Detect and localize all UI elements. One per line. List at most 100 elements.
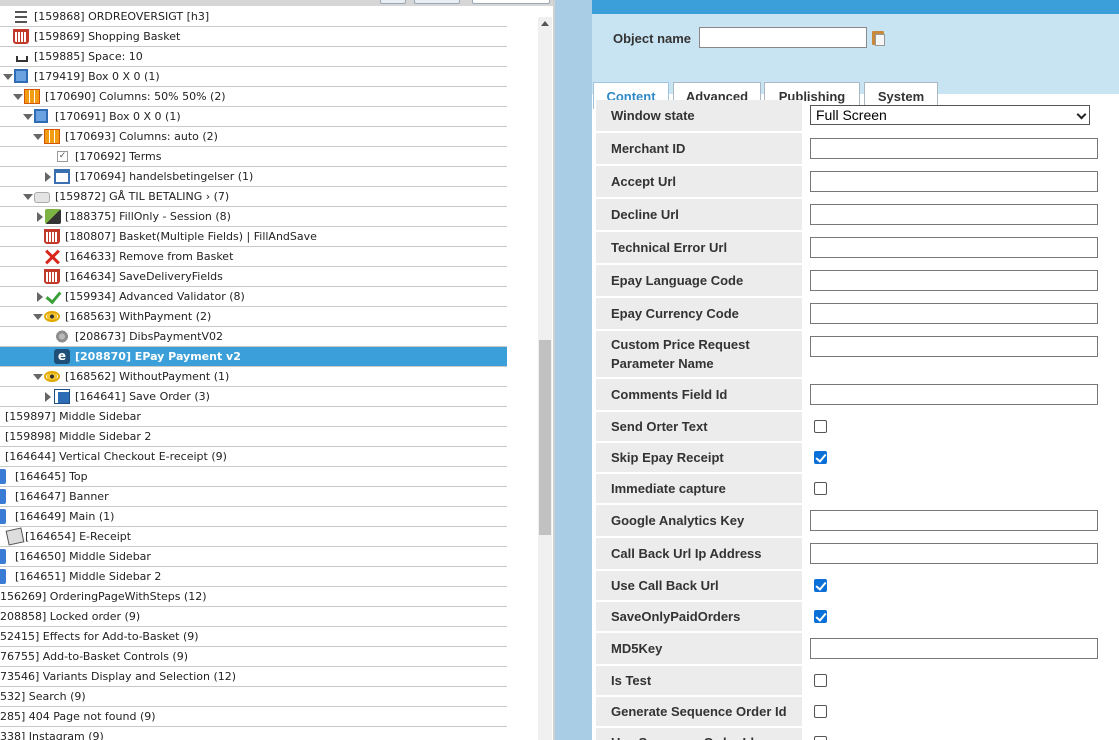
form-row: Skip Epay Receipt <box>596 443 1119 472</box>
tree-row[interactable]: [164650] Middle Sidebar <box>0 547 507 567</box>
tree-row[interactable]: [164654] E-Receipt <box>0 527 507 547</box>
tree-row-label: [164651] Middle Sidebar 2 <box>15 570 162 583</box>
select-value: Full Screen <box>816 107 887 123</box>
google-analytics-key-input[interactable] <box>810 510 1098 531</box>
field-label: Use Call Back Url <box>596 571 802 600</box>
editor-header-bar <box>592 0 1119 14</box>
tree-row[interactable]: [164651] Middle Sidebar 2 <box>0 567 507 587</box>
tree-row[interactable]: [170691] Box 0 X 0 (1) <box>0 107 507 127</box>
tree-row[interactable]: [159897] Middle Sidebar <box>0 407 507 427</box>
collapse-arrow-icon[interactable] <box>33 127 43 146</box>
md5key-input[interactable] <box>810 638 1098 659</box>
scroll-up-arrow-icon[interactable] <box>538 17 552 31</box>
tree-row[interactable]: 156269] OrderingPageWithSteps (12) <box>0 587 507 607</box>
tree-row[interactable]: [164644] Vertical Checkout E-receipt (9) <box>0 447 507 467</box>
basket-icon <box>44 269 60 284</box>
skip-epay-receipt-checkbox[interactable] <box>814 451 827 464</box>
collapse-arrow-icon[interactable] <box>13 87 23 106</box>
collapse-arrow-icon[interactable] <box>3 67 13 86</box>
expand-arrow-icon[interactable] <box>35 207 45 226</box>
merchant-id-input[interactable] <box>810 138 1098 159</box>
tree-row-label: [170694] handelsbetingelser (1) <box>75 170 254 183</box>
clipboard-icon[interactable] <box>872 31 885 46</box>
accept-url-input[interactable] <box>810 171 1098 192</box>
tree-row[interactable]: ✓ [170692] Terms <box>0 147 507 167</box>
saveonlypaidorders-checkbox[interactable] <box>814 610 827 623</box>
expand-arrow-icon[interactable] <box>43 167 53 186</box>
puzzle-icon <box>0 549 6 564</box>
tree-row[interactable]: [159869] Shopping Basket <box>0 27 507 47</box>
tree-row[interactable]: [164647] Banner <box>0 487 507 507</box>
field-label: SaveOnlyPaidOrders <box>596 602 802 631</box>
tree-row[interactable]: [168562] WithoutPayment (1) <box>0 367 507 387</box>
tree-row-selected[interactable]: e [208870] EPay Payment v2 <box>0 347 507 367</box>
tree-row-label: [170692] Terms <box>75 150 162 163</box>
tree-row[interactable]: 285] 404 Page not found (9) <box>0 707 507 727</box>
tree-row[interactable]: [159898] Middle Sidebar 2 <box>0 427 507 447</box>
eye-icon <box>44 311 60 322</box>
window-state-select[interactable]: Full Screen <box>810 105 1090 125</box>
tree-row-label: [170691] Box 0 X 0 (1) <box>55 110 181 123</box>
tree-row[interactable]: [159868] ORDREOVERSIGT [h3] <box>0 7 507 27</box>
tree-row[interactable]: [180807] Basket(Multiple Fields) | FillA… <box>0 227 507 247</box>
tree-row[interactable]: [179419] Box 0 X 0 (1) <box>0 67 507 87</box>
comments-field-id-input[interactable] <box>810 384 1098 405</box>
tree-row[interactable]: [159885] Space: 10 <box>0 47 507 67</box>
cross-icon <box>44 249 60 264</box>
form-row: SaveOnlyPaidOrders <box>596 602 1119 631</box>
add-icon[interactable] <box>380 0 406 4</box>
field-label: Accept Url <box>596 166 802 197</box>
object-name-input[interactable] <box>699 27 867 48</box>
view-toggle-button[interactable] <box>414 0 460 4</box>
tree-row[interactable]: [208673] DibsPaymentV02 <box>0 327 507 347</box>
technical-error-url-input[interactable] <box>810 237 1098 258</box>
tree-row[interactable]: [170694] handelsbetingelser (1) <box>0 167 507 187</box>
tree-search-input[interactable] <box>472 0 550 4</box>
is-test-checkbox[interactable] <box>814 674 827 687</box>
tree-scroll-thumb[interactable] <box>539 340 551 535</box>
tree-row[interactable]: [170693] Columns: auto (2) <box>0 127 507 147</box>
tree-row[interactable]: [170690] Columns: 50% 50% (2) <box>0 87 507 107</box>
form-row: Technical Error Url <box>596 232 1119 263</box>
immediate-capture-checkbox[interactable] <box>814 482 827 495</box>
tree-row[interactable]: [164634] SaveDeliveryFields <box>0 267 507 287</box>
tree-row[interactable]: [164645] Top <box>0 467 507 487</box>
form-row: Epay Currency Code <box>596 298 1119 329</box>
use-call-back-url-checkbox[interactable] <box>814 579 827 592</box>
epay-language-code-input[interactable] <box>810 270 1098 291</box>
tree-row[interactable]: 532] Search (9) <box>0 687 507 707</box>
collapse-arrow-icon[interactable] <box>23 187 33 206</box>
tree-row[interactable]: [168563] WithPayment (2) <box>0 307 507 327</box>
expand-arrow-icon[interactable] <box>43 387 53 406</box>
tree-row[interactable]: 338] Instagram (9) <box>0 727 507 740</box>
tree-row-label: [159934] Advanced Validator (8) <box>65 290 245 303</box>
custom-price-request-parameter-name-input[interactable] <box>810 336 1098 357</box>
puzzle-icon <box>0 469 6 484</box>
tree-row[interactable]: [159872] GÅ TIL BETALING › (7) <box>0 187 507 207</box>
tree-row[interactable]: 76755] Add-to-Basket Controls (9) <box>0 647 507 667</box>
send-orter-text-checkbox[interactable] <box>814 420 827 433</box>
tree-row[interactable]: [159934] Advanced Validator (8) <box>0 287 507 307</box>
form-row: Google Analytics Key <box>596 505 1119 536</box>
collapse-arrow-icon[interactable] <box>23 107 33 126</box>
use-sequence-order-id-checkbox[interactable] <box>814 736 827 740</box>
tree-row[interactable]: [188375] FillOnly - Session (8) <box>0 207 507 227</box>
epay-currency-code-input[interactable] <box>810 303 1098 324</box>
tree-row[interactable]: [164649] Main (1) <box>0 507 507 527</box>
tree-row[interactable]: 52415] Effects for Add-to-Basket (9) <box>0 627 507 647</box>
expand-arrow-icon[interactable] <box>35 287 45 306</box>
collapse-arrow-icon[interactable] <box>33 307 43 326</box>
generate-sequence-order-id-checkbox[interactable] <box>814 705 827 718</box>
collapse-arrow-icon[interactable] <box>33 367 43 386</box>
tree-row[interactable]: 73546] Variants Display and Selection (1… <box>0 667 507 687</box>
tree-row[interactable]: [164633] Remove from Basket <box>0 247 507 267</box>
tree-row-label: [164633] Remove from Basket <box>65 250 234 263</box>
columns-icon <box>24 89 40 104</box>
call-back-url-ip-address-input[interactable] <box>810 543 1098 564</box>
tree-row[interactable]: [164641] Save Order (3) <box>0 387 507 407</box>
tree-row-label: [164649] Main (1) <box>15 510 115 523</box>
decline-url-input[interactable] <box>810 204 1098 225</box>
tree-row[interactable]: 208858] Locked order (9) <box>0 607 507 627</box>
form-row: Custom Price Request Parameter Name <box>596 331 1119 377</box>
tree-row-label: [168562] WithoutPayment (1) <box>65 370 230 383</box>
